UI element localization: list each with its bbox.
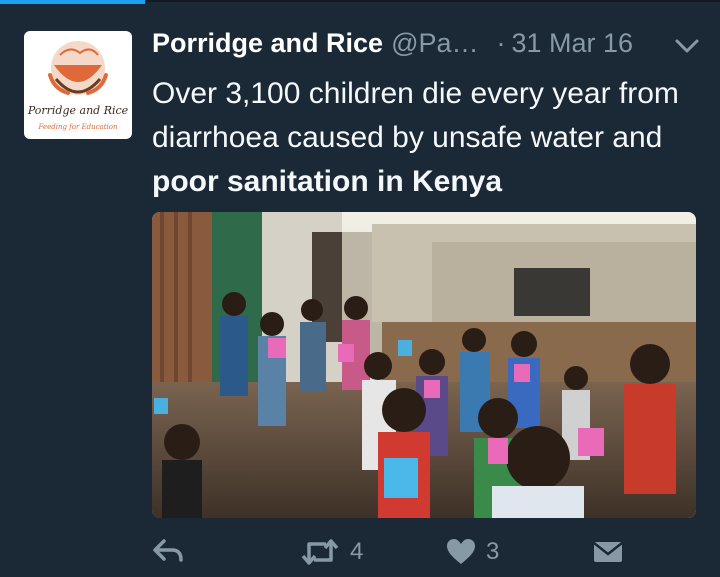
tweet-text: Over 3,100 children die every year from … bbox=[152, 72, 700, 204]
direct-message-button[interactable] bbox=[592, 538, 624, 566]
avatar-logo-tagline: Feeding for Education bbox=[38, 123, 118, 131]
tweet-header: Porridge and Rice @Pa… · 31 Mar 16 bbox=[152, 28, 700, 64]
active-tab-indicator bbox=[0, 0, 145, 4]
display-name[interactable]: Porridge and Rice bbox=[152, 28, 383, 59]
retweet-button[interactable]: 4 bbox=[300, 538, 363, 566]
envelope-icon bbox=[593, 542, 623, 562]
top-divider bbox=[145, 0, 720, 2]
children-photo bbox=[152, 212, 696, 518]
user-handle[interactable]: @Pa… bbox=[391, 28, 478, 59]
tweet-photo[interactable] bbox=[152, 212, 696, 518]
reply-icon bbox=[153, 539, 183, 562]
retweet-count: 4 bbox=[350, 538, 364, 565]
heart-icon bbox=[447, 539, 475, 564]
chevron-down-icon[interactable] bbox=[674, 36, 700, 56]
avatar-logo-name: Porridge and Rice bbox=[27, 104, 129, 117]
avatar[interactable]: Porridge and Rice Feeding for Education bbox=[24, 31, 132, 139]
retweet-icon bbox=[301, 539, 339, 565]
like-button[interactable]: 3 bbox=[446, 538, 499, 566]
tweet-text-plain: Over 3,100 children die every year from … bbox=[152, 77, 679, 154]
separator-dot: · bbox=[496, 28, 506, 58]
tweet-timestamp[interactable]: 31 Mar 16 bbox=[512, 28, 634, 59]
tweet-actions: 4 3 bbox=[152, 530, 700, 574]
reply-button[interactable] bbox=[152, 538, 184, 566]
like-count: 3 bbox=[486, 538, 500, 565]
tweet-text-bold: poor sanitation in Kenya bbox=[152, 165, 503, 198]
tweet-view: Porridge and Rice Feeding for Education … bbox=[0, 0, 720, 577]
